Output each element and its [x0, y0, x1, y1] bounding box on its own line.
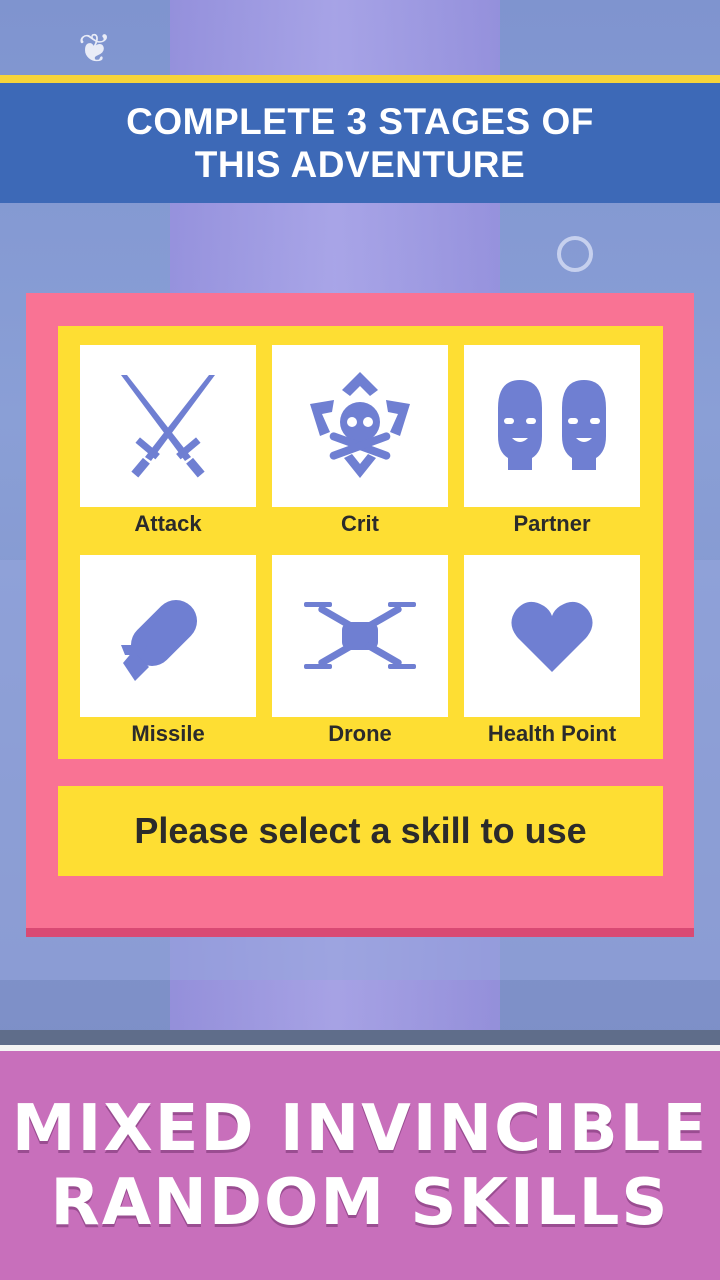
- skill-label: Partner: [513, 511, 591, 536]
- skill-tile: [272, 555, 448, 717]
- skill-label: Attack: [134, 511, 202, 536]
- skill-partner[interactable]: Partner: [464, 345, 640, 545]
- skill-label: Health Point: [487, 721, 617, 746]
- skill-drone[interactable]: Drone: [272, 555, 448, 755]
- promo-caption: MIXED INVINCIBLE RANDOM SKILLS: [0, 1045, 720, 1280]
- skill-tile: [464, 345, 640, 507]
- skill-crit[interactable]: Crit: [272, 345, 448, 545]
- skill-tile: [80, 345, 256, 507]
- skill-select-panel: Attack Crit Partner Missile Drone Health…: [26, 293, 694, 937]
- select-prompt: Please select a skill to use: [58, 786, 663, 876]
- wing-decoration-icon: ❦: [78, 27, 112, 71]
- drone-icon: [304, 602, 416, 669]
- background-strip: [0, 1030, 720, 1045]
- skill-label: Drone: [328, 721, 392, 746]
- skill-health-point[interactable]: Health Point: [464, 555, 640, 755]
- skull-crossbones-icon: [310, 372, 410, 478]
- two-heads-icon: [498, 380, 606, 470]
- banner-line-2: THIS ADVENTURE: [194, 144, 526, 185]
- caption-line-1: MIXED INVINCIBLE: [11, 1091, 709, 1166]
- crossed-swords-icon: [121, 375, 215, 478]
- banner-top-line: [0, 75, 720, 83]
- banner-line-1: COMPLETE 3 STAGES OF: [126, 101, 594, 142]
- caption-line-2: RANDOM SKILLS: [50, 1165, 670, 1240]
- skill-label: Missile: [131, 721, 205, 746]
- heart-icon: [511, 601, 593, 672]
- skill-tile: [272, 345, 448, 507]
- missile-icon: [121, 599, 198, 681]
- prompt-text: Please select a skill to use: [134, 810, 587, 851]
- skill-label: Crit: [341, 511, 379, 536]
- skill-tile: [80, 555, 256, 717]
- skill-attack[interactable]: Attack: [80, 345, 256, 545]
- location-pin-icon: [557, 236, 593, 272]
- skill-tile: [464, 555, 640, 717]
- skill-missile[interactable]: Missile: [80, 555, 256, 755]
- stage-banner: COMPLETE 3 STAGES OF THIS ADVENTURE: [0, 83, 720, 203]
- skill-grid: Attack Crit Partner Missile Drone Health…: [58, 326, 663, 759]
